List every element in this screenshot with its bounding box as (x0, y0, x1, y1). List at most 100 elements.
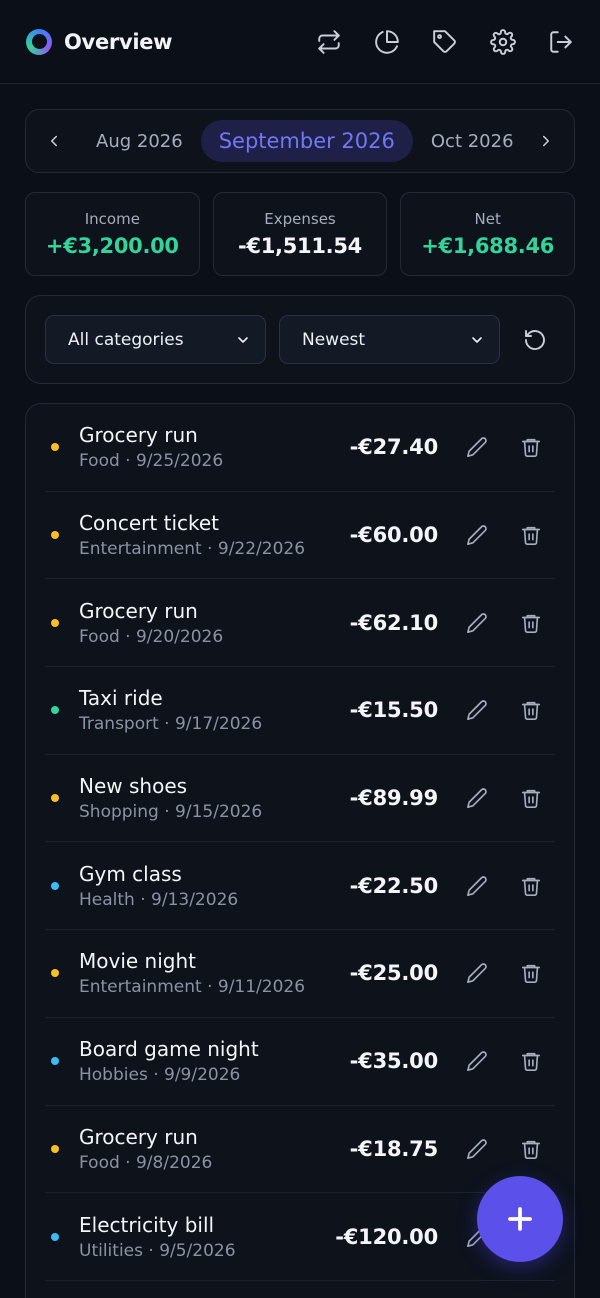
transaction-amount: -€89.99 (349, 786, 439, 811)
transaction-meta: Food · 9/20/2026 (79, 626, 224, 647)
trash-icon (521, 526, 541, 546)
category-dot (51, 969, 59, 978)
transaction-meta: Entertainment · 9/11/2026 (79, 977, 306, 998)
pencil-icon (467, 875, 487, 896)
trash-icon (521, 439, 541, 458)
delete-button[interactable] (516, 958, 546, 988)
category-select[interactable]: All categories (45, 315, 266, 364)
transaction-amount: -€62.10 (349, 610, 439, 635)
transfer-icon[interactable] (314, 27, 344, 57)
sort-select[interactable]: Newest (279, 315, 500, 364)
transaction-info: Taxi ride Transport · 9/17/2026 (79, 686, 262, 734)
transaction-meta: Food · 9/8/2026 (79, 1152, 213, 1173)
net-label: Net (474, 210, 501, 228)
category-dot (51, 1057, 59, 1066)
app-logo (26, 28, 52, 55)
category-dot (51, 881, 59, 890)
delete-button[interactable] (516, 1046, 546, 1076)
transaction-info: Grocery run Food · 9/8/2026 (79, 1125, 212, 1173)
reset-icon (525, 329, 545, 350)
trash-icon (521, 1140, 541, 1159)
transaction-title: Grocery run (79, 1124, 198, 1149)
edit-button[interactable] (462, 520, 492, 550)
delete-button[interactable] (516, 1134, 546, 1164)
trash-icon (521, 614, 541, 633)
edit-button[interactable] (462, 958, 492, 988)
expenses-card: Expenses -€1,511.54 (212, 192, 388, 276)
pencil-icon (467, 1051, 487, 1072)
category-dot (51, 531, 59, 540)
category-dot (51, 618, 59, 627)
tag-icon[interactable] (430, 27, 460, 57)
next-month[interactable]: Oct 2026 (431, 131, 514, 152)
delete-button[interactable] (516, 432, 546, 462)
delete-button[interactable] (516, 695, 546, 725)
category-select-value: All categories (68, 329, 184, 350)
chevron-down-icon (472, 336, 482, 343)
edit-button[interactable] (462, 608, 492, 638)
transaction-title: Board game night (79, 1037, 259, 1062)
transaction-meta: Health · 9/13/2026 (79, 889, 239, 910)
edit-button[interactable] (462, 1046, 492, 1076)
current-month[interactable]: September 2026 (200, 120, 413, 162)
gear-icon[interactable] (488, 27, 518, 57)
transaction-info: Movie night Entertainment · 9/11/2026 (79, 949, 305, 997)
trash-icon (521, 877, 541, 896)
logout-icon[interactable] (546, 27, 576, 57)
transaction-row[interactable]: Taxi ride Transport · 9/17/2026 -€15.50 (45, 667, 555, 755)
transaction-amount: -€25.00 (349, 961, 439, 986)
transaction-row[interactable]: Grocery run Food · 9/8/2026 -€18.75 (45, 1106, 555, 1194)
expenses-label: Expenses (264, 210, 336, 228)
category-dot (51, 1232, 59, 1241)
pencil-icon (467, 963, 487, 984)
transaction-row[interactable]: Grocery run Food · 9/25/2026 -€27.40 (45, 404, 555, 492)
trash-icon (521, 965, 541, 984)
edit-button[interactable] (462, 871, 492, 901)
transaction-amount: -€18.75 (349, 1136, 439, 1161)
transaction-title: Electricity bill (79, 1212, 215, 1237)
transaction-amount: -€27.40 (349, 435, 439, 460)
reset-filters-button[interactable] (520, 325, 550, 355)
transaction-amount: -€22.50 (349, 873, 439, 898)
delete-button[interactable] (516, 783, 546, 813)
transaction-row[interactable]: Gym class Health · 9/13/2026 -€22.50 (45, 842, 555, 931)
pie-chart-icon[interactable] (372, 27, 402, 57)
plus-icon (508, 1207, 532, 1231)
filter-bar: All categories Newest (25, 295, 575, 384)
transaction-meta: Transport · 9/17/2026 (79, 714, 263, 735)
transaction-row[interactable]: New shoes Shopping · 9/15/2026 -€89.99 (45, 755, 555, 843)
transaction-info: Grocery run Food · 9/25/2026 (79, 423, 223, 471)
sort-select-value: Newest (302, 329, 366, 350)
transaction-list: Grocery run Food · 9/25/2026 -€27.40 Concer… (25, 403, 575, 1298)
transaction-meta: Utilities · 9/5/2026 (79, 1240, 236, 1261)
trash-icon (521, 789, 541, 809)
delete-button[interactable] (516, 520, 546, 550)
category-dot (51, 1144, 59, 1153)
pencil-icon (467, 788, 487, 809)
transaction-row[interactable]: Grocery run Food · 9/20/2026 -€62.10 (45, 579, 555, 668)
transaction-row[interactable]: Movie night Entertainment · 9/11/2026 -€25… (45, 930, 555, 1018)
category-dot (51, 706, 59, 715)
delete-button[interactable] (516, 608, 546, 638)
pencil-icon (467, 437, 487, 458)
transaction-row[interactable]: Board game night Hobbies · 9/9/2026 -€35.0… (45, 1018, 555, 1106)
category-dot (51, 794, 59, 803)
edit-button[interactable] (462, 783, 492, 813)
delete-button[interactable] (516, 871, 546, 901)
chevron-left-icon[interactable] (36, 123, 72, 159)
edit-button[interactable] (462, 432, 492, 462)
add-transaction-button[interactable] (477, 1176, 563, 1262)
income-card: Income +€3,200.00 (25, 192, 200, 276)
pencil-icon (467, 700, 487, 721)
chevron-right-icon[interactable] (528, 123, 564, 159)
net-value: +€1,688.46 (421, 234, 555, 258)
category-dot (51, 443, 59, 452)
pencil-icon (467, 525, 487, 546)
prev-month[interactable]: Aug 2026 (96, 131, 183, 152)
edit-button[interactable] (462, 695, 492, 725)
transaction-row[interactable]: Concert ticket Entertainment · 9/22/2026 -… (45, 492, 555, 580)
top-nav (314, 27, 576, 57)
summary-cards: Income +€3,200.00 Expenses -€1,511.54 Ne… (25, 192, 576, 276)
transaction-title: Taxi ride (79, 686, 163, 711)
edit-button[interactable] (462, 1134, 492, 1164)
